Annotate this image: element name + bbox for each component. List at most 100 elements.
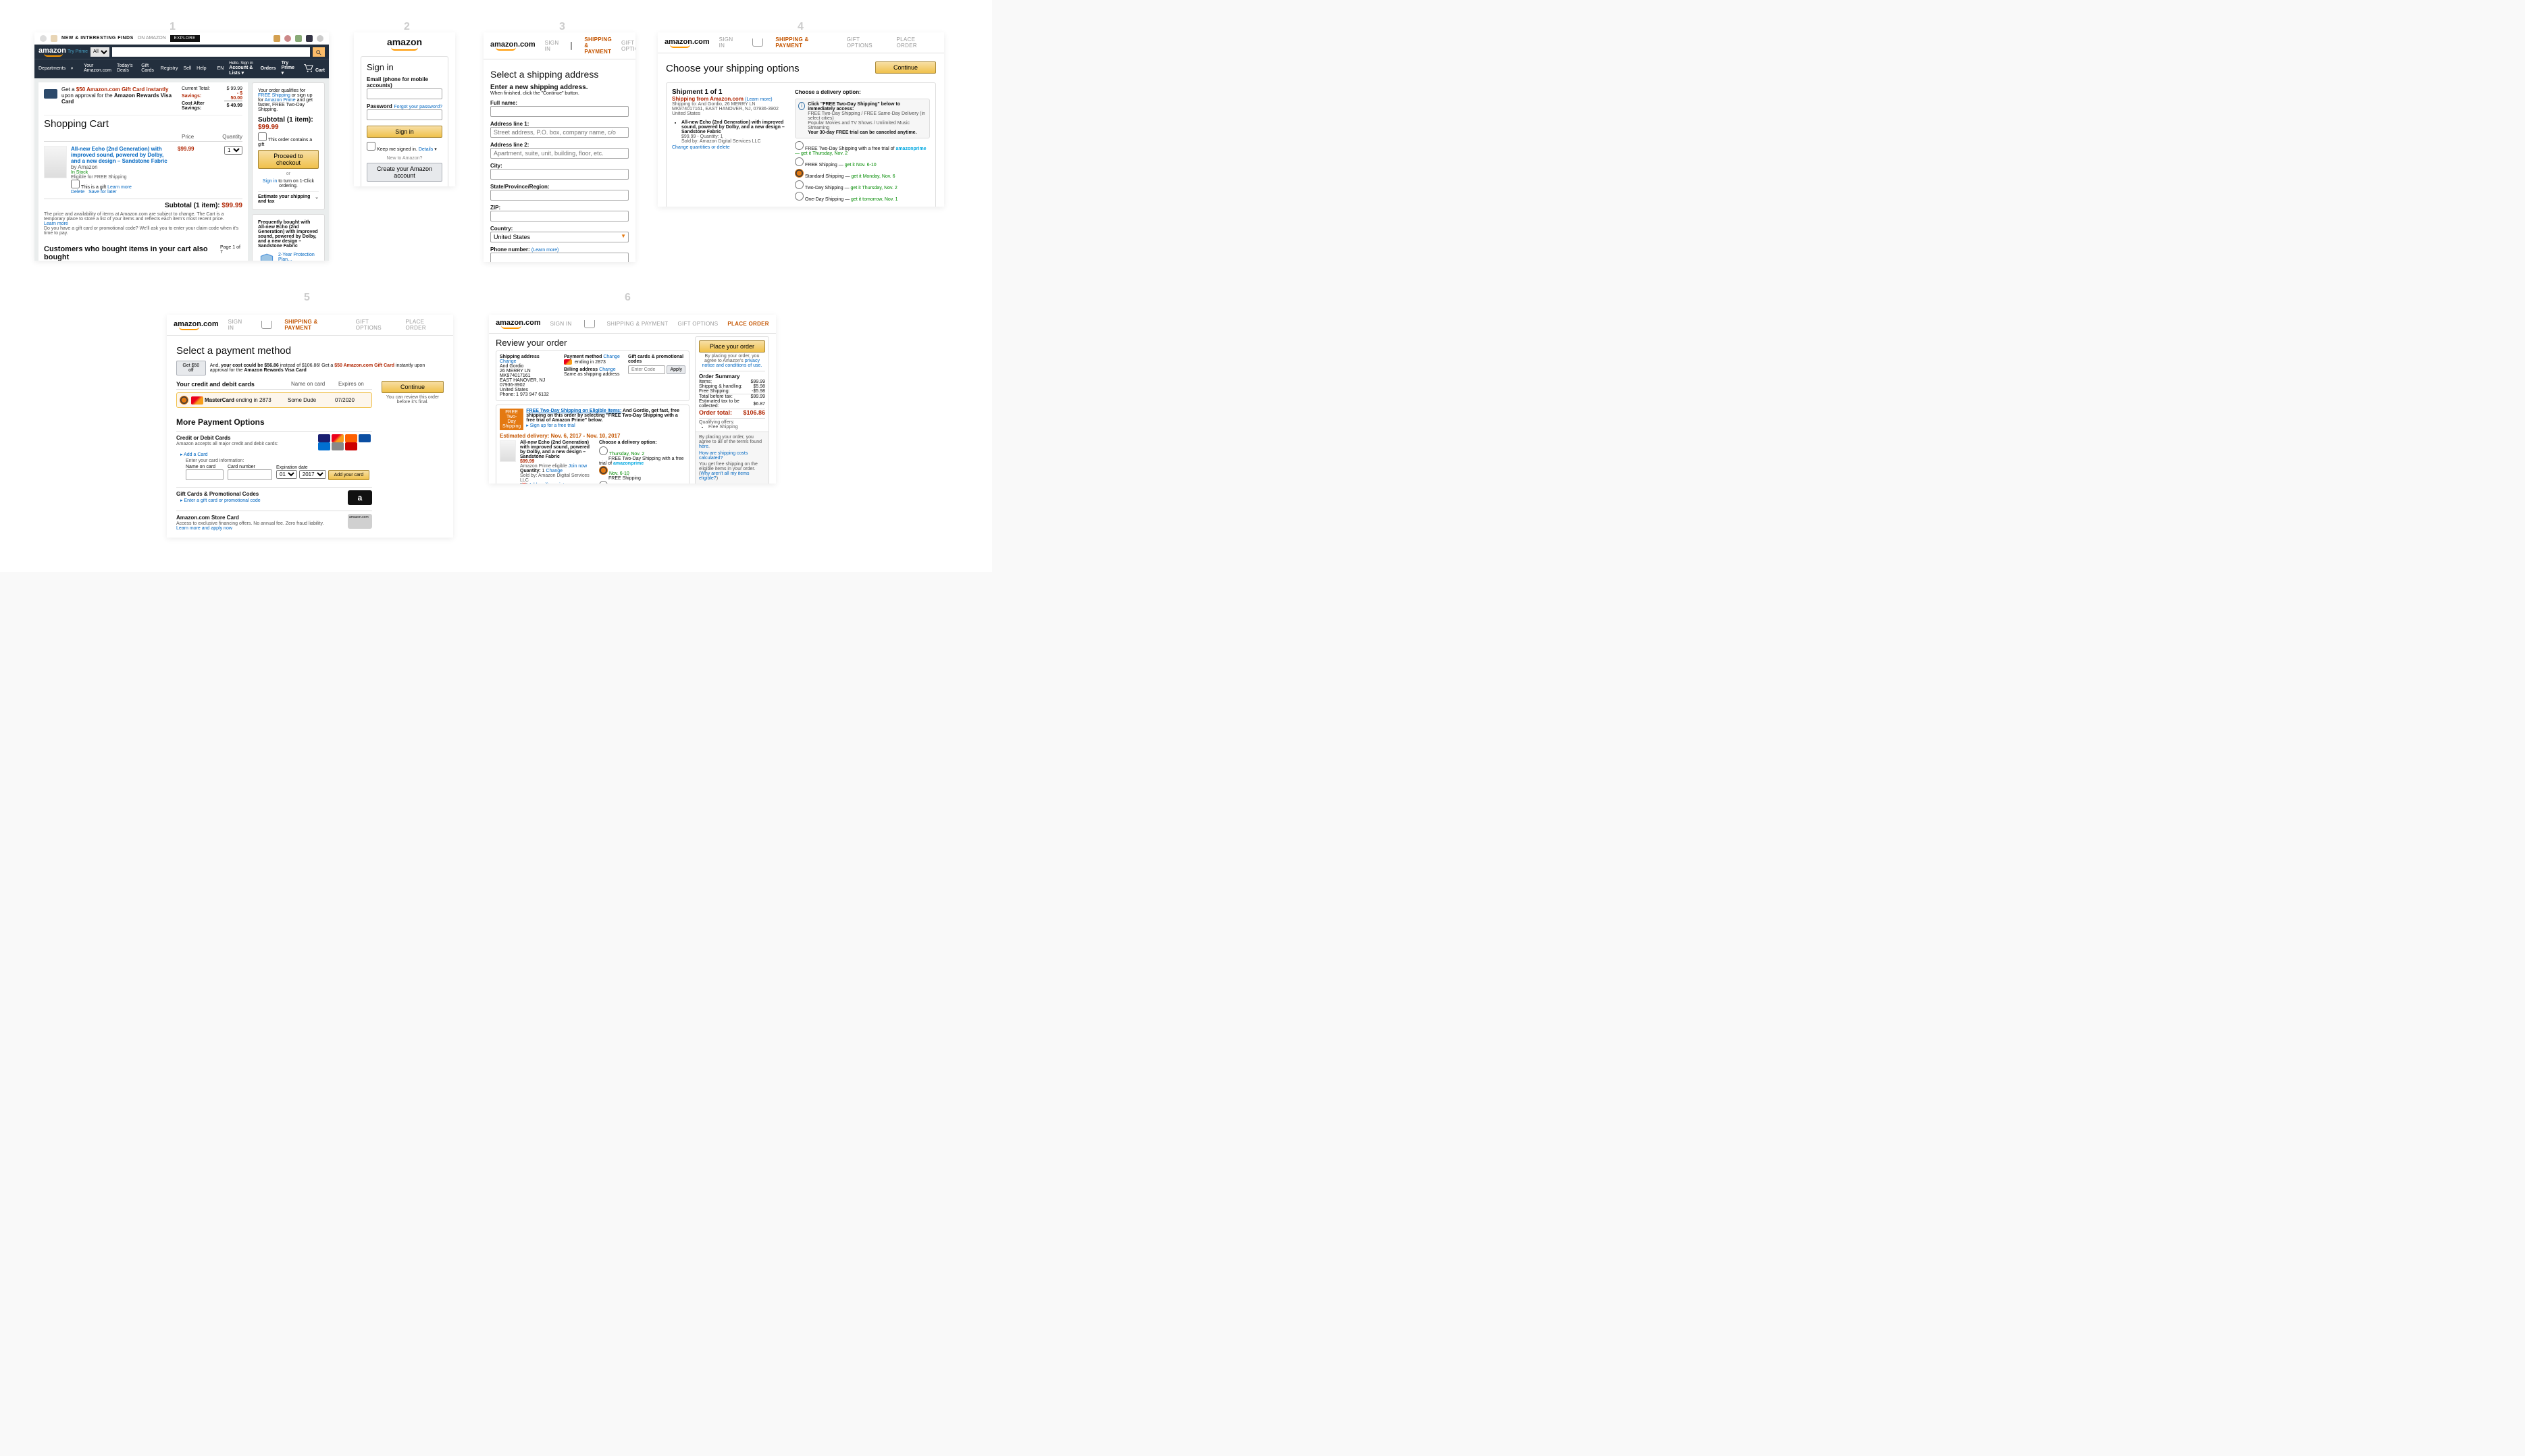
delivery-opt[interactable] (599, 466, 608, 475)
panel-shipping-address: amazon.com SIGN IN SHIPPING & PAYMENT GI… (484, 32, 635, 262)
order-gift-checkbox[interactable] (258, 132, 267, 141)
apply-button[interactable]: Apply (667, 365, 685, 374)
ship-opt-standard[interactable] (795, 169, 804, 178)
zip-input[interactable] (490, 211, 629, 222)
promo-summary: Current Total:$ 99.99 Savings:- $ 50.00 … (182, 86, 242, 111)
proceed-checkout-button[interactable]: Proceed to checkout (258, 150, 319, 169)
search-input[interactable] (112, 47, 310, 57)
cart-icon (571, 42, 572, 50)
signin-button[interactable]: Sign in (367, 126, 442, 138)
place-order-button[interactable]: Place your order (699, 340, 765, 353)
explore-button[interactable]: EXPLORE (170, 35, 200, 42)
create-account-button[interactable]: Create your Amazon account (367, 163, 442, 182)
finds-icon (51, 35, 57, 42)
mastercard-icon (564, 359, 572, 365)
checkout-step-shipping: SHIPPING & PAYMENT (584, 36, 612, 55)
change-address-link[interactable]: Change (500, 359, 517, 364)
nav-link[interactable]: Today's Deals (117, 63, 136, 73)
qty-select[interactable]: 1 (224, 146, 242, 155)
gift-receipt-link[interactable]: Add a gift receipt (529, 483, 565, 484)
password-input[interactable] (367, 109, 442, 120)
promo-code-input[interactable] (628, 365, 665, 374)
finds-icon (295, 35, 302, 42)
cart-right: Your order qualifies for FREE Shipping o… (251, 78, 329, 261)
email-input[interactable] (367, 88, 442, 99)
item-title-link[interactable]: All-new Echo (2nd Generation) with impro… (71, 146, 174, 170)
panel-cart: NEW & INTERESTING FINDS ON AMAZON EXPLOR… (34, 32, 329, 261)
amazon-logo[interactable]: amazon (38, 47, 66, 57)
how-calc-link[interactable]: How are shipping costs calculated? (699, 451, 765, 461)
nav-lang[interactable]: EN (217, 66, 224, 71)
nav-link[interactable]: Help (197, 66, 206, 71)
signup-trial-link[interactable]: ▸ Sign up for a free trial (526, 423, 685, 428)
nav-link[interactable]: Gift Cards (141, 63, 155, 73)
nav-link[interactable]: Sell (183, 66, 191, 71)
fbt-image[interactable] (258, 253, 276, 261)
ship-opt-oneday[interactable] (795, 192, 804, 201)
panel-signin: amazon Sign in Email (phone for mobile a… (354, 32, 455, 186)
gift-icon: 🎁 (520, 483, 527, 484)
panel-number-4: 4 (798, 21, 804, 33)
sub-nav: Departments▾ Your Amazon.com Today's Dea… (34, 59, 329, 78)
change-qty-link[interactable]: Change quantities or delete (672, 145, 788, 150)
store-card-link[interactable]: Learn more and apply now (176, 526, 323, 531)
continue-button[interactable]: Continue (382, 381, 444, 393)
ship-opt-prime[interactable] (795, 141, 804, 150)
forgot-password-link[interactable]: Forgot your password? (394, 105, 442, 109)
ship-opt-free[interactable] (795, 157, 804, 166)
address2-input[interactable] (490, 148, 629, 159)
nav-orders[interactable]: Orders (261, 66, 276, 71)
cardname-input[interactable] (186, 469, 224, 480)
nav-cart[interactable]: Cart (303, 63, 325, 73)
country-select[interactable] (490, 232, 629, 242)
fullname-input[interactable] (490, 106, 629, 117)
continue-button-top[interactable]: Continue (875, 61, 936, 74)
mastercard-icon (191, 396, 203, 405)
change-billing-link[interactable]: Change (599, 367, 616, 372)
product-image (500, 440, 516, 462)
card-row[interactable]: MasterCard ending in 2873 Some Dude 07/2… (176, 392, 372, 408)
state-input[interactable] (490, 190, 629, 201)
save-later-link[interactable]: Save for later (88, 190, 117, 194)
search-button[interactable] (313, 47, 325, 57)
nav-departments[interactable]: Departments (38, 66, 66, 71)
cart-icon (303, 63, 314, 73)
finds-banner: NEW & INTERESTING FINDS ON AMAZON EXPLOR… (34, 32, 329, 45)
delivery-opt[interactable] (599, 446, 608, 455)
cart-left: Get a $50 Amazon.com Gift Card instantly… (38, 82, 248, 261)
nav-link[interactable]: Registry (161, 66, 178, 71)
amazon-logo[interactable]: amazon.com (490, 41, 536, 51)
panel-number-1: 1 (170, 21, 176, 33)
nav-link[interactable]: Your Amazon.com (84, 63, 111, 73)
panel-number-5: 5 (304, 292, 310, 304)
ship-opt-twoday[interactable] (795, 180, 804, 189)
product-image[interactable] (44, 146, 67, 178)
phone-input[interactable] (490, 253, 629, 262)
amazon-logo[interactable]: amazon.com (665, 38, 710, 48)
card-radio[interactable] (180, 396, 188, 405)
exp-month-select[interactable]: 01 (276, 470, 297, 479)
amazon-logo[interactable]: amazon.com (174, 320, 219, 330)
city-input[interactable] (490, 169, 629, 180)
nav-prime[interactable]: Try Prime ▾ (282, 61, 298, 76)
cardnumber-input[interactable] (228, 469, 272, 480)
address1-input[interactable] (490, 127, 629, 138)
search-category[interactable]: All (90, 47, 109, 57)
add-card-button[interactable]: Add your card (328, 470, 370, 480)
delete-link[interactable]: Delete (71, 190, 84, 194)
free-shipping-badge: FREE Two-Day Shipping (500, 409, 523, 430)
get50-button[interactable]: Get $50 off (176, 361, 206, 375)
amazon-logo[interactable]: amazon (361, 36, 448, 51)
estimate-expand[interactable]: Estimate your shipping and tax⌄ (258, 191, 319, 204)
exp-year-select[interactable]: 2017 (299, 470, 326, 479)
amazon-logo[interactable]: amazon.com (496, 319, 541, 329)
gift-checkbox[interactable] (71, 180, 80, 188)
add-card-link[interactable]: ▸ Add a Card (180, 452, 372, 457)
enter-gc-link[interactable]: ▸ Enter a gift card or promotional code (180, 498, 261, 503)
keep-signed-checkbox[interactable] (367, 142, 375, 151)
change-payment-link[interactable]: Change (603, 355, 620, 359)
chevron-down-icon: ⌄ (315, 194, 319, 204)
search-icon (315, 49, 322, 56)
nav-account[interactable]: Hello. Sign inAccount & Lists ▾ (229, 61, 255, 76)
delivery-opt[interactable] (599, 481, 608, 484)
